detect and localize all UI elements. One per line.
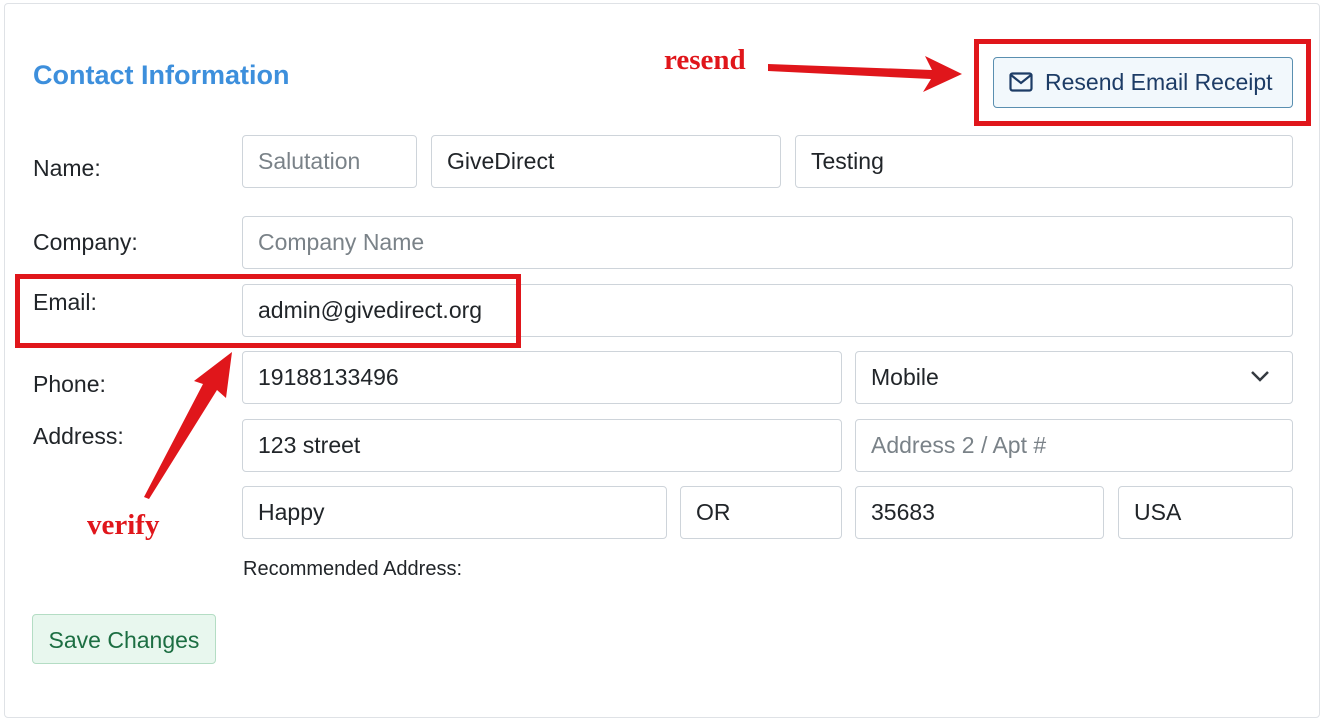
annotation-arrows [144, 56, 962, 499]
resend-arrow [768, 56, 962, 92]
verify-arrow [144, 352, 232, 499]
